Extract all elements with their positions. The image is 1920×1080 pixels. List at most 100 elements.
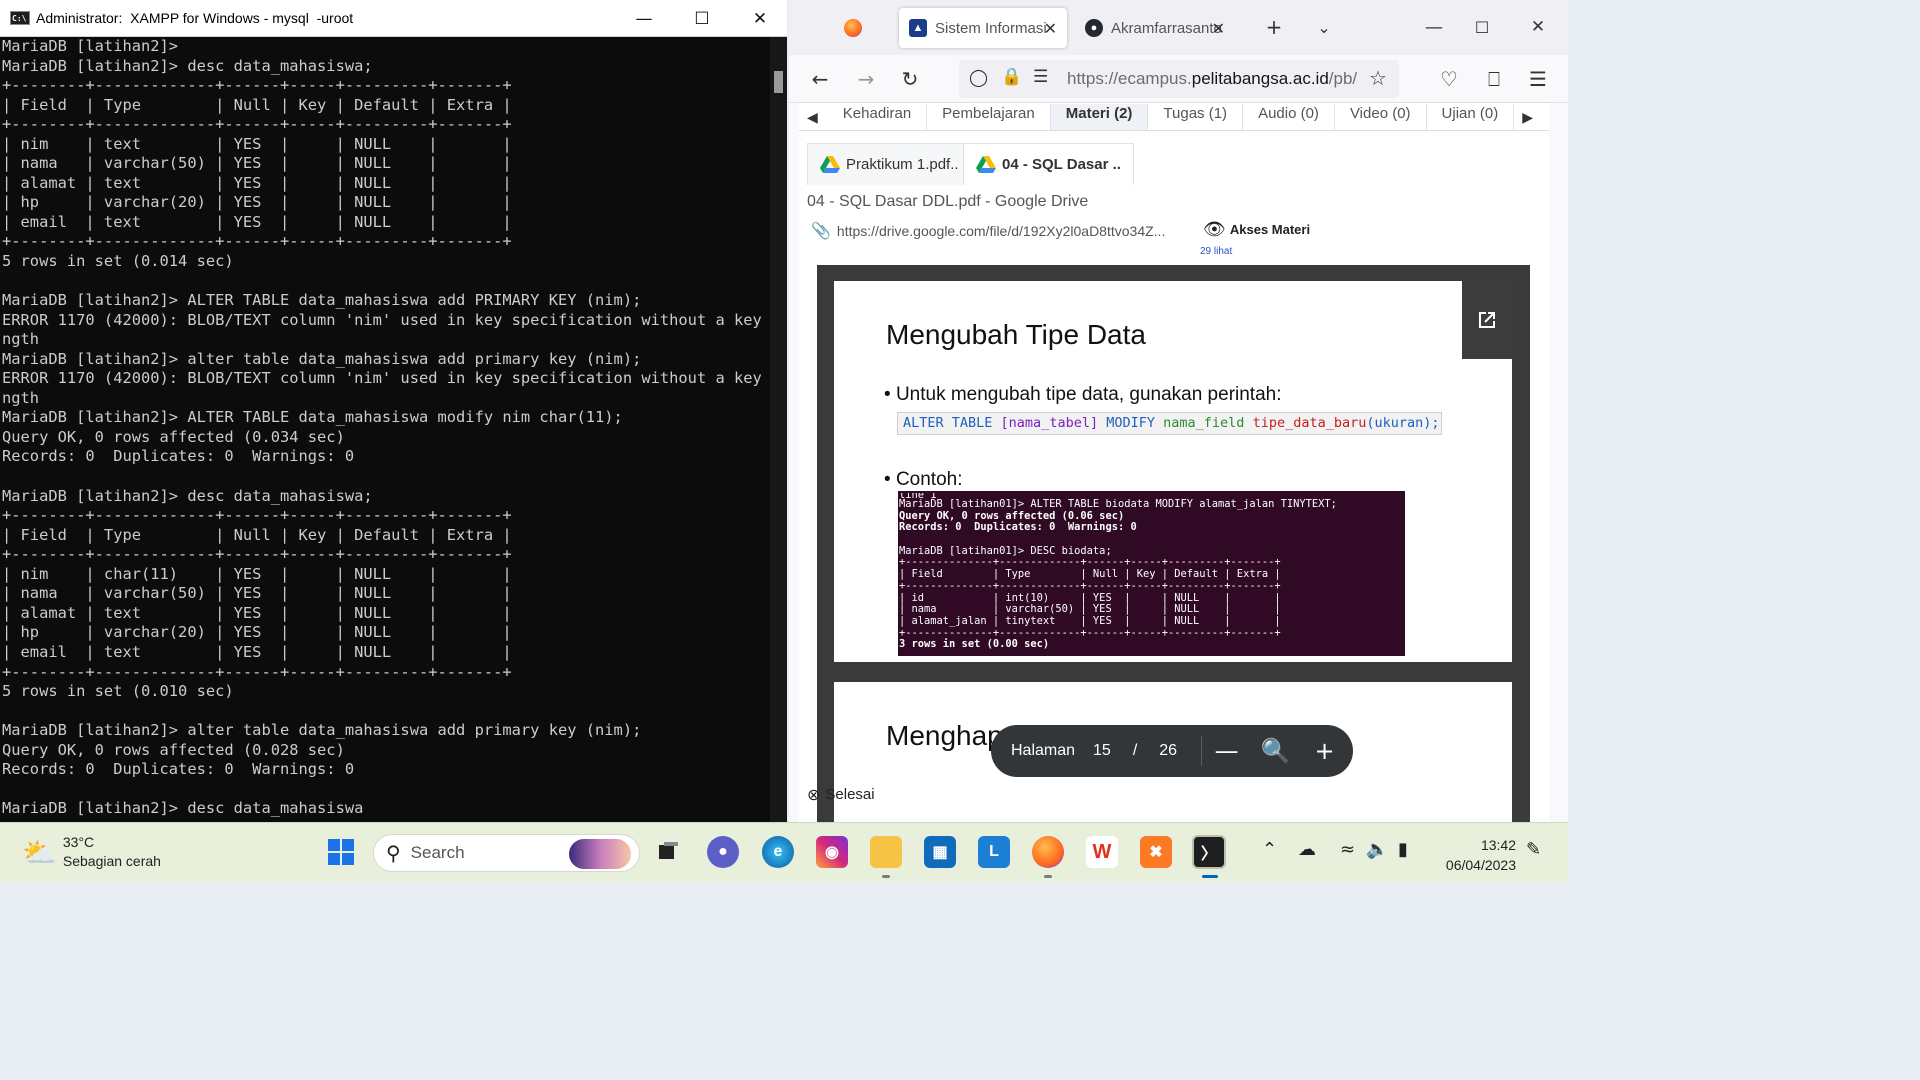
close-button[interactable]: ✕ xyxy=(731,0,789,37)
subnav-next-icon[interactable]: ▶ xyxy=(1514,110,1539,130)
file-tab-label: Praktikum 1.pdf.. xyxy=(846,156,959,173)
tab-firefox-view[interactable] xyxy=(844,8,884,48)
instagram-icon[interactable]: ◉ xyxy=(816,836,848,868)
permissions-icon[interactable]: ☰ xyxy=(1033,67,1048,87)
l-app-icon[interactable]: L xyxy=(978,836,1010,868)
terminal-icon[interactable]: 〉 xyxy=(1192,835,1226,869)
onedrive-icon[interactable]: ☁ xyxy=(1298,839,1316,860)
maximize-button[interactable]: ☐ xyxy=(1467,13,1497,41)
terminal-line: MariaDB [latihan2]> alter table data_mah… xyxy=(2,349,642,368)
file-explorer-icon[interactable] xyxy=(870,836,902,868)
subnav-tab[interactable]: Ujian (0) xyxy=(1427,104,1515,130)
firefox-icon[interactable] xyxy=(1032,836,1064,868)
course-subnav: ◀ Kehadiran Pembelajaran Materi (2) Tugas (… xyxy=(799,103,1549,131)
back-icon[interactable]: ← xyxy=(805,65,835,93)
terminal-scrollbar[interactable] xyxy=(770,37,787,822)
file-tab-praktikum[interactable]: Praktikum 1.pdf.. xyxy=(807,143,972,185)
notification-icon[interactable]: ✎ xyxy=(1526,839,1541,860)
reload-icon[interactable]: ↻ xyxy=(895,65,925,93)
bookmark-star-icon[interactable]: ☆ xyxy=(1369,66,1387,90)
taskbar-search[interactable]: ⚲ Search xyxy=(373,834,640,872)
wps-office-icon[interactable]: W xyxy=(1086,836,1118,868)
page-scrollbar[interactable] xyxy=(1549,103,1568,822)
new-tab-icon[interactable]: + xyxy=(1259,13,1289,41)
microsoft-store-icon[interactable]: ▦ xyxy=(924,836,956,868)
url-text[interactable]: https://ecampus.pelitabangsa.ac.id/pb/ xyxy=(1067,69,1357,89)
running-indicator-active xyxy=(1202,875,1218,878)
date: 06/04/2023 xyxy=(1445,857,1516,873)
subnav-tab[interactable]: Audio (0) xyxy=(1243,104,1335,130)
pdf-page-toolbar[interactable]: Halaman 15 / 26 — 🔍 + xyxy=(991,725,1353,777)
akses-materi-button[interactable]: 👁 Akses Materi xyxy=(1203,219,1310,240)
terminal-line: | nim | text | YES | | NULL | | xyxy=(2,134,512,153)
google-drive-icon xyxy=(820,156,840,173)
pdf-page-15: Mengubah Tipe Data • Untuk mengubah tipe… xyxy=(834,281,1512,662)
zoom-in-icon[interactable]: + xyxy=(1300,737,1349,765)
running-indicator xyxy=(1044,875,1052,878)
tab-github[interactable]: ● Akramfarrasanto ✕ xyxy=(1075,8,1235,48)
selesai-label: Selesai xyxy=(825,786,875,803)
browser-window[interactable]: ▲ Sistem Informasi ✕ ● Akramfarrasanto ✕… xyxy=(789,0,1568,822)
subnav-tab[interactable]: Materi (2) xyxy=(1050,104,1149,130)
terminal-title: Administrator: XAMPP for Windows - mysql… xyxy=(36,10,354,26)
xampp-icon[interactable]: ✖ xyxy=(1140,836,1172,868)
popout-button[interactable] xyxy=(1462,281,1512,359)
terminal-line: ngth xyxy=(2,388,40,407)
page-label: Halaman xyxy=(1011,742,1076,759)
lock-icon[interactable]: 🔒 xyxy=(1001,67,1022,87)
terminal-line: +--------+-------------+------+-----+---… xyxy=(2,662,512,681)
close-tab-icon[interactable]: ✕ xyxy=(1212,19,1225,38)
subnav-prev-icon[interactable]: ◀ xyxy=(799,110,828,130)
subnav-tab[interactable]: Kehadiran xyxy=(828,104,928,130)
partly-cloudy-icon: ⛅ xyxy=(22,835,57,869)
pocket-icon[interactable]: ♡ xyxy=(1434,65,1464,93)
document-link[interactable]: 📎 https://drive.google.com/file/d/192Xy2… xyxy=(811,221,1165,240)
weather-desc: Sebagian cerah xyxy=(62,853,161,869)
example-terminal-line: Records: 0 Duplicates: 0 Warnings: 0 xyxy=(899,521,1137,534)
list-tabs-icon[interactable]: ⌄ xyxy=(1309,13,1339,41)
weather-widget[interactable]: ⛅ 33°C Sebagian cerah xyxy=(22,833,161,871)
minimize-button[interactable]: — xyxy=(1419,13,1449,41)
subnav-tab[interactable]: Pembelajaran xyxy=(927,104,1051,130)
pdf-viewer[interactable]: Mengubah Tipe Data • Untuk mengubah tipe… xyxy=(817,265,1530,822)
shield-icon[interactable]: ◯ xyxy=(969,68,988,88)
close-tab-icon[interactable]: ✕ xyxy=(1044,19,1057,38)
terminal-line: Query OK, 0 rows affected (0.034 sec) xyxy=(2,427,345,446)
close-button[interactable]: ✕ xyxy=(1523,13,1553,41)
clock[interactable]: 13:42 06/04/2023 xyxy=(1436,835,1516,875)
chat-icon[interactable]: ● xyxy=(707,836,739,868)
subnav-tab[interactable]: Video (0) xyxy=(1335,104,1427,130)
battery-icon[interactable]: ▮ xyxy=(1398,839,1408,860)
forward-icon[interactable]: → xyxy=(851,65,881,93)
terminal-line: | nama | varchar(50) | YES | | NULL | | xyxy=(2,584,512,603)
terminal-output[interactable]: MariaDB [latihan2]> MariaDB [latihan2]> d… xyxy=(0,37,770,822)
zoom-out-icon[interactable]: — xyxy=(1202,737,1251,765)
maximize-button[interactable]: ☐ xyxy=(673,0,731,37)
subnav-tab[interactable]: Tugas (1) xyxy=(1148,104,1244,130)
terminal-line: MariaDB [latihan2]> xyxy=(2,37,179,55)
example-terminal-line: +--------------+-------------+------+---… xyxy=(899,579,1281,592)
selesai-button[interactable]: ⊗ Selesai xyxy=(807,785,875,804)
document-url[interactable]: https://drive.google.com/file/d/192Xy2l0… xyxy=(837,223,1165,239)
terminal-window[interactable]: C:\ Administrator: XAMPP for Windows - m… xyxy=(0,0,787,822)
wifi-icon[interactable]: ≈ xyxy=(1340,839,1355,860)
url-bar[interactable]: ◯ 🔒 ☰ https://ecampus.pelitabangsa.ac.id… xyxy=(959,60,1399,98)
menu-icon[interactable]: ☰ xyxy=(1523,65,1553,93)
current-page-input[interactable]: 15 xyxy=(1093,742,1111,760)
file-tab-sql-dasar[interactable]: 04 - SQL Dasar .. xyxy=(963,143,1134,185)
chevron-up-icon[interactable]: ⌃ xyxy=(1262,839,1277,860)
terminal-line: MariaDB [latihan2]> ALTER TABLE data_mah… xyxy=(2,408,623,427)
task-view-icon[interactable] xyxy=(652,836,684,868)
minimize-button[interactable]: — xyxy=(615,0,673,37)
terminal-titlebar[interactable]: C:\ Administrator: XAMPP for Windows - m… xyxy=(0,0,787,37)
tab-sistem-informasi[interactable]: ▲ Sistem Informasi ✕ xyxy=(899,8,1067,48)
zoom-icon[interactable]: 🔍 xyxy=(1251,737,1300,765)
google-drive-icon xyxy=(976,156,996,173)
extensions-icon[interactable]: ⎕ xyxy=(1479,65,1509,93)
scrollbar-thumb[interactable] xyxy=(774,71,783,93)
start-icon[interactable] xyxy=(325,836,357,868)
volume-icon[interactable]: 🔈 xyxy=(1366,839,1388,860)
document-title: 04 - SQL Dasar DDL.pdf - Google Drive xyxy=(807,193,1089,210)
edge-icon[interactable]: e xyxy=(762,836,794,868)
tab-label: Akramfarrasanto xyxy=(1111,19,1222,37)
